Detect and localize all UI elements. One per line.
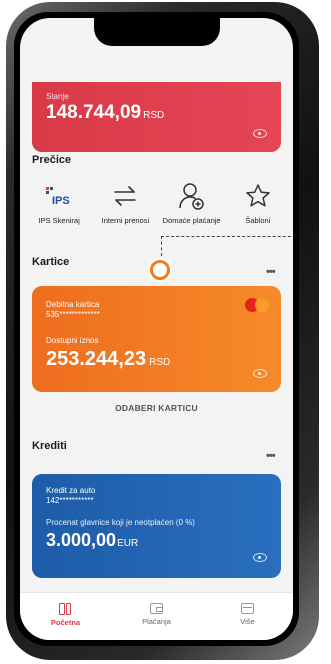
star-icon xyxy=(245,178,271,214)
debit-card[interactable]: Debitna kartica 535************* Dostupn… xyxy=(32,286,281,392)
bottom-navigation: Početna Plaćanja Više xyxy=(20,592,293,640)
shortcut-domestic-payment[interactable]: Domaće plaćanje xyxy=(159,178,225,238)
balance-currency: RSD xyxy=(143,110,165,121)
eye-icon[interactable] xyxy=(253,369,267,378)
app-screen: Stanje 148.744,09 RSD Prečice IPS IPS Ske… xyxy=(20,18,293,640)
card-amount-value: 253.244,23 xyxy=(46,348,147,370)
home-icon xyxy=(59,603,72,615)
credit-currency: EUR xyxy=(117,538,139,549)
balance-label: Stanje xyxy=(46,92,69,101)
credits-more-button[interactable]: ••• xyxy=(266,450,276,462)
svg-text:IPS: IPS xyxy=(52,195,70,207)
nav-item-more[interactable]: Više xyxy=(202,593,293,640)
wallet-icon xyxy=(149,603,163,614)
user-add-icon xyxy=(178,178,206,214)
cards-more-button[interactable]: ••• xyxy=(266,266,276,278)
shortcut-label: Domaće plaćanje xyxy=(162,216,221,225)
shortcut-internal-transfer[interactable]: Interni prenosi xyxy=(92,178,158,238)
card-amount: 253.244,23 RSD xyxy=(46,348,170,371)
shortcut-label: IPS Skeniraj xyxy=(38,216,80,225)
mastercard-logo-icon xyxy=(245,298,269,312)
nav-item-home[interactable]: Početna xyxy=(20,593,111,640)
nav-item-payments[interactable]: Plaćanja xyxy=(111,593,202,640)
shortcut-templates[interactable]: Šabloni xyxy=(225,178,291,238)
account-balance-card[interactable]: Stanje 148.744,09 RSD xyxy=(32,82,281,152)
available-amount-label: Dostupni iznos xyxy=(46,336,99,345)
credits-title: Krediti xyxy=(32,440,67,452)
credit-name: Kredit za auto xyxy=(46,486,96,495)
eye-icon[interactable] xyxy=(253,553,267,562)
nav-label: Početna xyxy=(50,618,81,627)
credit-number: 142*********** xyxy=(46,496,94,505)
shortcut-ips-scan[interactable]: IPS IPS Skeniraj xyxy=(26,178,92,238)
annotation-dashed-line xyxy=(161,236,293,256)
card-type: Debitna kartica xyxy=(46,300,100,309)
ips-logo-icon: IPS xyxy=(44,178,74,214)
shortcuts-row: IPS IPS Skeniraj Interni prenosi Domaće … xyxy=(26,178,291,238)
shortcut-label: Interni prenosi xyxy=(101,216,150,225)
choose-card-button[interactable]: ODABERI KARTICU xyxy=(20,403,293,413)
credit-amount: 3.000,00EUR xyxy=(46,530,138,551)
nav-label: Plaćanja xyxy=(142,617,171,626)
eye-icon[interactable] xyxy=(253,129,267,138)
more-icon xyxy=(240,603,254,614)
shortcut-label: Šabloni xyxy=(245,216,271,225)
nav-label: Više xyxy=(240,617,255,626)
cards-title: Kartice xyxy=(32,256,70,268)
balance-amount: 148.744,09 RSD xyxy=(46,102,164,124)
phone-notch xyxy=(94,18,220,46)
card-number: 535************* xyxy=(46,310,100,319)
swap-arrows-icon xyxy=(112,178,138,214)
credit-amount-value: 3.000,00 xyxy=(46,530,117,550)
credit-card[interactable]: Kredit za auto 142*********** Procenat g… xyxy=(32,474,281,578)
card-currency: RSD xyxy=(149,357,171,368)
credit-description: Procenat glavnice koji je neotplaćen (0 … xyxy=(46,518,195,527)
balance-value: 148.744,09 xyxy=(46,102,142,123)
tap-indicator xyxy=(150,260,170,280)
shortcuts-title: Prečice xyxy=(32,154,72,166)
